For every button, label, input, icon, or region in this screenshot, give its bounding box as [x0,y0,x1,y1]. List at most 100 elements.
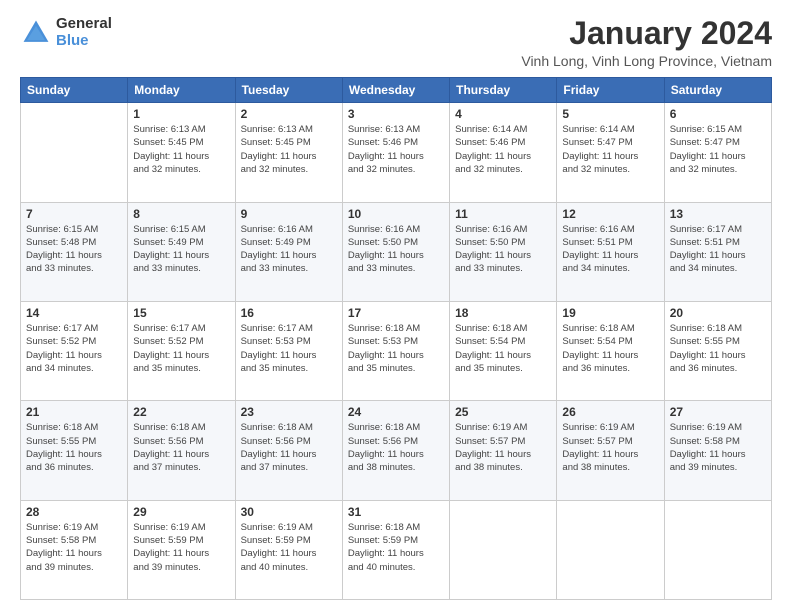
calendar-cell: 20 Sunrise: 6:18 AMSunset: 5:55 PMDayligh… [664,301,771,400]
calendar-cell: 15Sunrise: 6:17 AMSunset: 5:52 PMDayligh… [128,301,235,400]
day-number: 21 [26,405,122,419]
calendar-cell: 3Sunrise: 6:13 AMSunset: 5:46 PMDaylight… [342,103,449,202]
calendar-cell: 24 Sunrise: 6:18 AMSunset: 5:56 PMDayligh… [342,401,449,500]
day-number: 24 [348,405,444,419]
header-row: Sunday Monday Tuesday Wednesday Thursday… [21,78,772,103]
calendar-cell: 28 Sunrise: 6:19 AMSunset: 5:58 PMDayligh… [21,500,128,599]
calendar-cell: 6Sunrise: 6:15 AMSunset: 5:47 PMDaylight… [664,103,771,202]
col-monday: Monday [128,78,235,103]
day-info: Sunrise: 6:18 AMSunset: 5:56 PMDaylight:… [241,421,337,474]
calendar-cell: 14 Sunrise: 6:17 AMSunset: 5:52 PMDayligh… [21,301,128,400]
day-info: Sunrise: 6:14 AMSunset: 5:47 PMDaylight:… [562,123,658,176]
day-number: 18 [455,306,551,320]
calendar-cell [557,500,664,599]
calendar-cell: 16 Sunrise: 6:17 AMSunset: 5:53 PMDayligh… [235,301,342,400]
day-info: Sunrise: 6:18 AMSunset: 5:53 PMDaylight:… [348,322,444,375]
calendar-cell: 4 Sunrise: 6:14 AMSunset: 5:46 PMDaylight… [450,103,557,202]
day-info: Sunrise: 6:17 AMSunset: 5:51 PMDaylight:… [670,223,766,276]
day-number: 12 [562,207,658,221]
day-info: Sunrise: 6:18 AMSunset: 5:55 PMDaylight:… [670,322,766,375]
logo: General Blue [20,16,112,49]
day-info: Sunrise: 6:19 AMSunset: 5:59 PMDaylight:… [133,521,229,574]
day-info: Sunrise: 6:17 AMSunset: 5:53 PMDaylight:… [241,322,337,375]
col-tuesday: Tuesday [235,78,342,103]
logo-text: General Blue [56,16,112,49]
day-info: Sunrise: 6:15 AMSunset: 5:49 PMDaylight:… [133,223,229,276]
day-number: 9 [241,207,337,221]
calendar-cell: 31 Sunrise: 6:18 AMSunset: 5:59 PMDayligh… [342,500,449,599]
calendar-cell: 23Sunrise: 6:18 AMSunset: 5:56 PMDayligh… [235,401,342,500]
calendar-cell: 11 Sunrise: 6:16 AMSunset: 5:50 PMDayligh… [450,202,557,301]
day-info: Sunrise: 6:16 AMSunset: 5:49 PMDaylight:… [241,223,337,276]
calendar-cell [450,500,557,599]
calendar-cell: 21Sunrise: 6:18 AMSunset: 5:55 PMDayligh… [21,401,128,500]
day-info: Sunrise: 6:15 AMSunset: 5:47 PMDaylight:… [670,123,766,176]
calendar-week-4: 21Sunrise: 6:18 AMSunset: 5:55 PMDayligh… [21,401,772,500]
day-number: 1 [133,107,229,121]
calendar-cell: 30Sunrise: 6:19 AMSunset: 5:59 PMDayligh… [235,500,342,599]
day-info: Sunrise: 6:17 AMSunset: 5:52 PMDaylight:… [26,322,122,375]
logo-blue-text: Blue [56,33,112,50]
page: General Blue January 2024 Vinh Long, Vin… [0,0,792,612]
day-number: 11 [455,207,551,221]
calendar-week-1: 1 Sunrise: 6:13 AMSunset: 5:45 PMDaylight… [21,103,772,202]
day-number: 27 [670,405,766,419]
day-number: 17 [348,306,444,320]
calendar-cell: 19Sunrise: 6:18 AMSunset: 5:54 PMDayligh… [557,301,664,400]
day-info: Sunrise: 6:18 AMSunset: 5:54 PMDaylight:… [455,322,551,375]
calendar-cell: 27 Sunrise: 6:19 AMSunset: 5:58 PMDayligh… [664,401,771,500]
day-info: Sunrise: 6:13 AMSunset: 5:45 PMDaylight:… [133,123,229,176]
title-block: January 2024 Vinh Long, Vinh Long Provin… [521,16,772,69]
calendar-cell: 1 Sunrise: 6:13 AMSunset: 5:45 PMDaylight… [128,103,235,202]
col-friday: Friday [557,78,664,103]
day-number: 13 [670,207,766,221]
day-info: Sunrise: 6:18 AMSunset: 5:59 PMDaylight:… [348,521,444,574]
day-info: Sunrise: 6:18 AMSunset: 5:56 PMDaylight:… [133,421,229,474]
day-number: 14 [26,306,122,320]
day-info: Sunrise: 6:18 AMSunset: 5:54 PMDaylight:… [562,322,658,375]
col-thursday: Thursday [450,78,557,103]
calendar-cell: 26Sunrise: 6:19 AMSunset: 5:57 PMDayligh… [557,401,664,500]
day-number: 28 [26,505,122,519]
day-info: Sunrise: 6:13 AMSunset: 5:46 PMDaylight:… [348,123,444,176]
calendar-table: Sunday Monday Tuesday Wednesday Thursday… [20,77,772,600]
calendar-week-3: 14 Sunrise: 6:17 AMSunset: 5:52 PMDayligh… [21,301,772,400]
day-info: Sunrise: 6:19 AMSunset: 5:59 PMDaylight:… [241,521,337,574]
calendar-cell: 17 Sunrise: 6:18 AMSunset: 5:53 PMDayligh… [342,301,449,400]
calendar-cell [664,500,771,599]
calendar-cell: 10Sunrise: 6:16 AMSunset: 5:50 PMDayligh… [342,202,449,301]
day-number: 16 [241,306,337,320]
day-number: 5 [562,107,658,121]
calendar-body: 1 Sunrise: 6:13 AMSunset: 5:45 PMDaylight… [21,103,772,600]
calendar-week-5: 28 Sunrise: 6:19 AMSunset: 5:58 PMDayligh… [21,500,772,599]
calendar-cell: 22Sunrise: 6:18 AMSunset: 5:56 PMDayligh… [128,401,235,500]
calendar-cell: 29Sunrise: 6:19 AMSunset: 5:59 PMDayligh… [128,500,235,599]
day-number: 25 [455,405,551,419]
calendar-cell: 18 Sunrise: 6:18 AMSunset: 5:54 PMDayligh… [450,301,557,400]
day-info: Sunrise: 6:16 AMSunset: 5:51 PMDaylight:… [562,223,658,276]
calendar-week-2: 7Sunrise: 6:15 AMSunset: 5:48 PMDaylight… [21,202,772,301]
day-info: Sunrise: 6:14 AMSunset: 5:46 PMDaylight:… [455,123,551,176]
col-sunday: Sunday [21,78,128,103]
day-info: Sunrise: 6:19 AMSunset: 5:58 PMDaylight:… [670,421,766,474]
calendar-cell: 7Sunrise: 6:15 AMSunset: 5:48 PMDaylight… [21,202,128,301]
day-info: Sunrise: 6:17 AMSunset: 5:52 PMDaylight:… [133,322,229,375]
location: Vinh Long, Vinh Long Province, Vietnam [521,53,772,69]
day-number: 8 [133,207,229,221]
day-info: Sunrise: 6:16 AMSunset: 5:50 PMDaylight:… [455,223,551,276]
day-number: 7 [26,207,122,221]
day-number: 4 [455,107,551,121]
calendar-cell: 13 Sunrise: 6:17 AMSunset: 5:51 PMDayligh… [664,202,771,301]
month-title: January 2024 [521,16,772,51]
day-info: Sunrise: 6:13 AMSunset: 5:45 PMDaylight:… [241,123,337,176]
day-info: Sunrise: 6:19 AMSunset: 5:58 PMDaylight:… [26,521,122,574]
logo-general-text: General [56,16,112,33]
day-number: 31 [348,505,444,519]
col-wednesday: Wednesday [342,78,449,103]
day-info: Sunrise: 6:18 AMSunset: 5:56 PMDaylight:… [348,421,444,474]
day-info: Sunrise: 6:19 AMSunset: 5:57 PMDaylight:… [455,421,551,474]
day-number: 20 [670,306,766,320]
day-number: 2 [241,107,337,121]
day-info: Sunrise: 6:19 AMSunset: 5:57 PMDaylight:… [562,421,658,474]
col-saturday: Saturday [664,78,771,103]
